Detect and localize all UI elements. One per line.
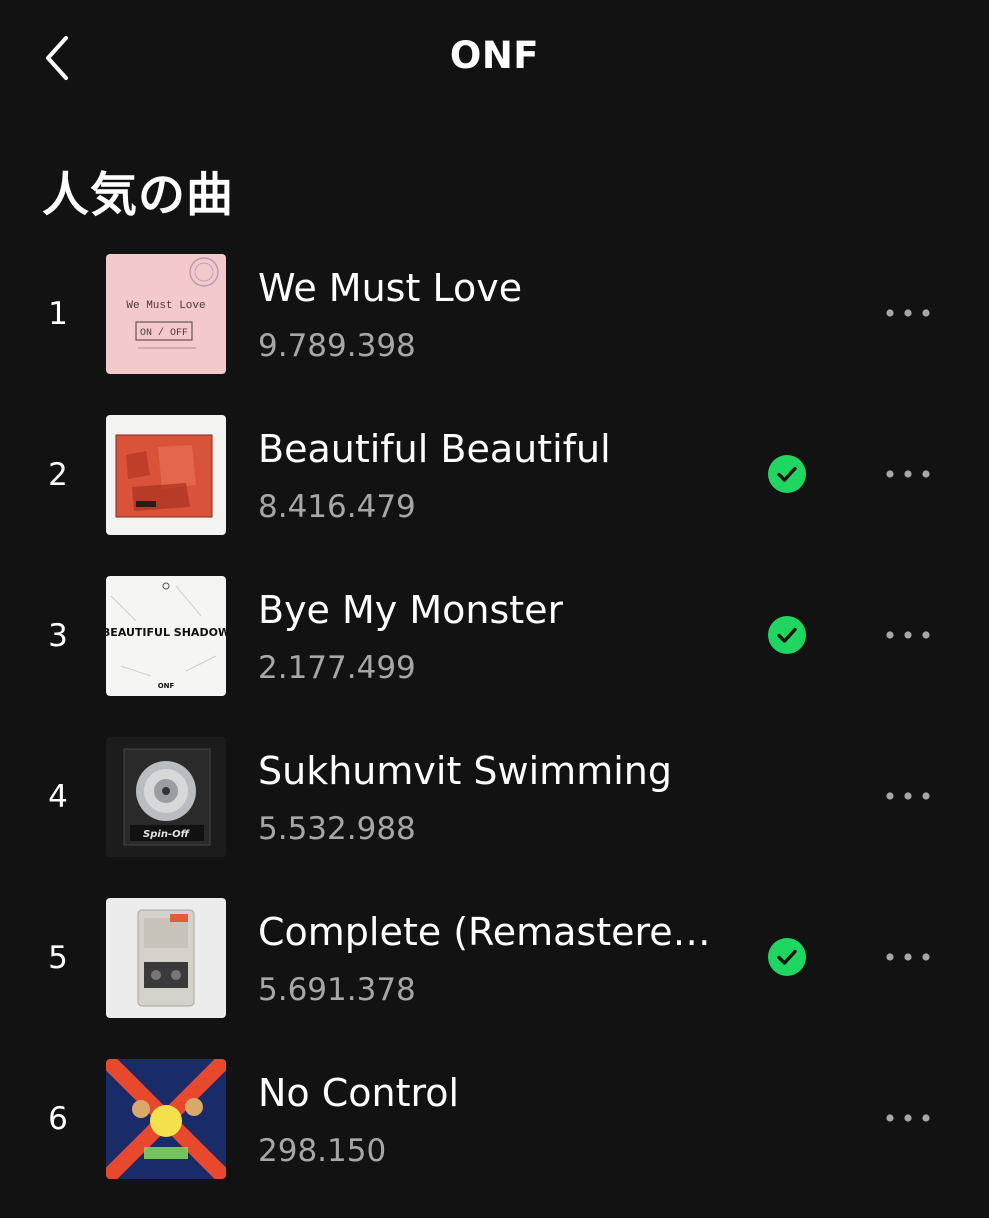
track-rank: 5	[48, 940, 68, 976]
track-title: Bye My Monster	[258, 588, 564, 632]
more-options-button[interactable]	[876, 771, 940, 821]
track-rank: 3	[48, 618, 68, 654]
track-play-count: 9.789.398	[258, 328, 416, 364]
album-text-we-must-love: We Must Love	[126, 300, 205, 312]
more-options-button[interactable]	[876, 932, 940, 982]
track-title: Complete (Remastered...	[258, 910, 713, 954]
page-title: ONF	[449, 34, 540, 77]
track-row[interactable]: 4 Spin-Off Sukhumvit Swimming 5.532.988	[0, 735, 989, 896]
album-art-complete	[106, 898, 226, 1018]
track-title: Sukhumvit Swimming	[258, 749, 672, 793]
track-rank: 6	[48, 1101, 68, 1137]
track-row[interactable]: 5 Complete (Remastered... 5.691.378	[0, 896, 989, 1057]
track-row[interactable]: 2 Beautiful Beautiful 8.416.479	[0, 413, 989, 574]
more-options-button[interactable]	[876, 610, 940, 660]
popular-tracks-heading: 人気の曲	[42, 168, 234, 223]
more-horizontal-icon	[886, 470, 930, 478]
track-rank: 2	[48, 457, 68, 493]
more-horizontal-icon	[886, 631, 930, 639]
album-text-onf: ONF	[158, 682, 175, 690]
track-row[interactable]: 3 BEAUTIFUL SHADOW ONF Bye My Monster 2.…	[0, 574, 989, 735]
track-row[interactable]: 1 We Must Love ON / OFF We Must Love 9.7…	[0, 252, 989, 413]
track-title: Beautiful Beautiful	[258, 427, 611, 471]
track-play-count: 2.177.499	[258, 650, 416, 686]
track-title: No Control	[258, 1071, 460, 1115]
track-play-count: 298.150	[258, 1133, 387, 1169]
album-text-beautiful-shadow: BEAUTIFUL SHADOW	[106, 626, 226, 639]
album-art-we-must-love: We Must Love ON / OFF	[106, 254, 226, 374]
album-art-no-control	[106, 1059, 226, 1179]
track-rank: 4	[48, 779, 68, 815]
more-options-button[interactable]	[876, 1093, 940, 1143]
track-play-count: 8.416.479	[258, 489, 416, 525]
album-art-beautiful-shadow: BEAUTIFUL SHADOW ONF	[106, 576, 226, 696]
saved-check-icon[interactable]	[768, 455, 806, 493]
saved-check-icon[interactable]	[768, 616, 806, 654]
more-horizontal-icon	[886, 1114, 930, 1122]
album-art-beautiful-beautiful	[106, 415, 226, 535]
track-play-count: 5.532.988	[258, 811, 416, 847]
more-horizontal-icon	[886, 792, 930, 800]
album-art-spin-off: Spin-Off	[106, 737, 226, 857]
more-options-button[interactable]	[876, 288, 940, 338]
album-text-spin-off: Spin-Off	[143, 829, 191, 840]
track-rank: 1	[48, 296, 68, 332]
more-horizontal-icon	[886, 953, 930, 961]
track-list: 1 We Must Love ON / OFF We Must Love 9.7…	[0, 252, 989, 1218]
track-play-count: 5.691.378	[258, 972, 416, 1008]
saved-check-icon[interactable]	[768, 938, 806, 976]
top-bar: ONF	[0, 0, 989, 116]
track-row[interactable]: 6 No Control 298.150	[0, 1057, 989, 1218]
more-options-button[interactable]	[876, 449, 940, 499]
album-text-on-off: ON / OFF	[140, 327, 188, 339]
more-horizontal-icon	[886, 309, 930, 317]
track-title: We Must Love	[258, 266, 523, 310]
